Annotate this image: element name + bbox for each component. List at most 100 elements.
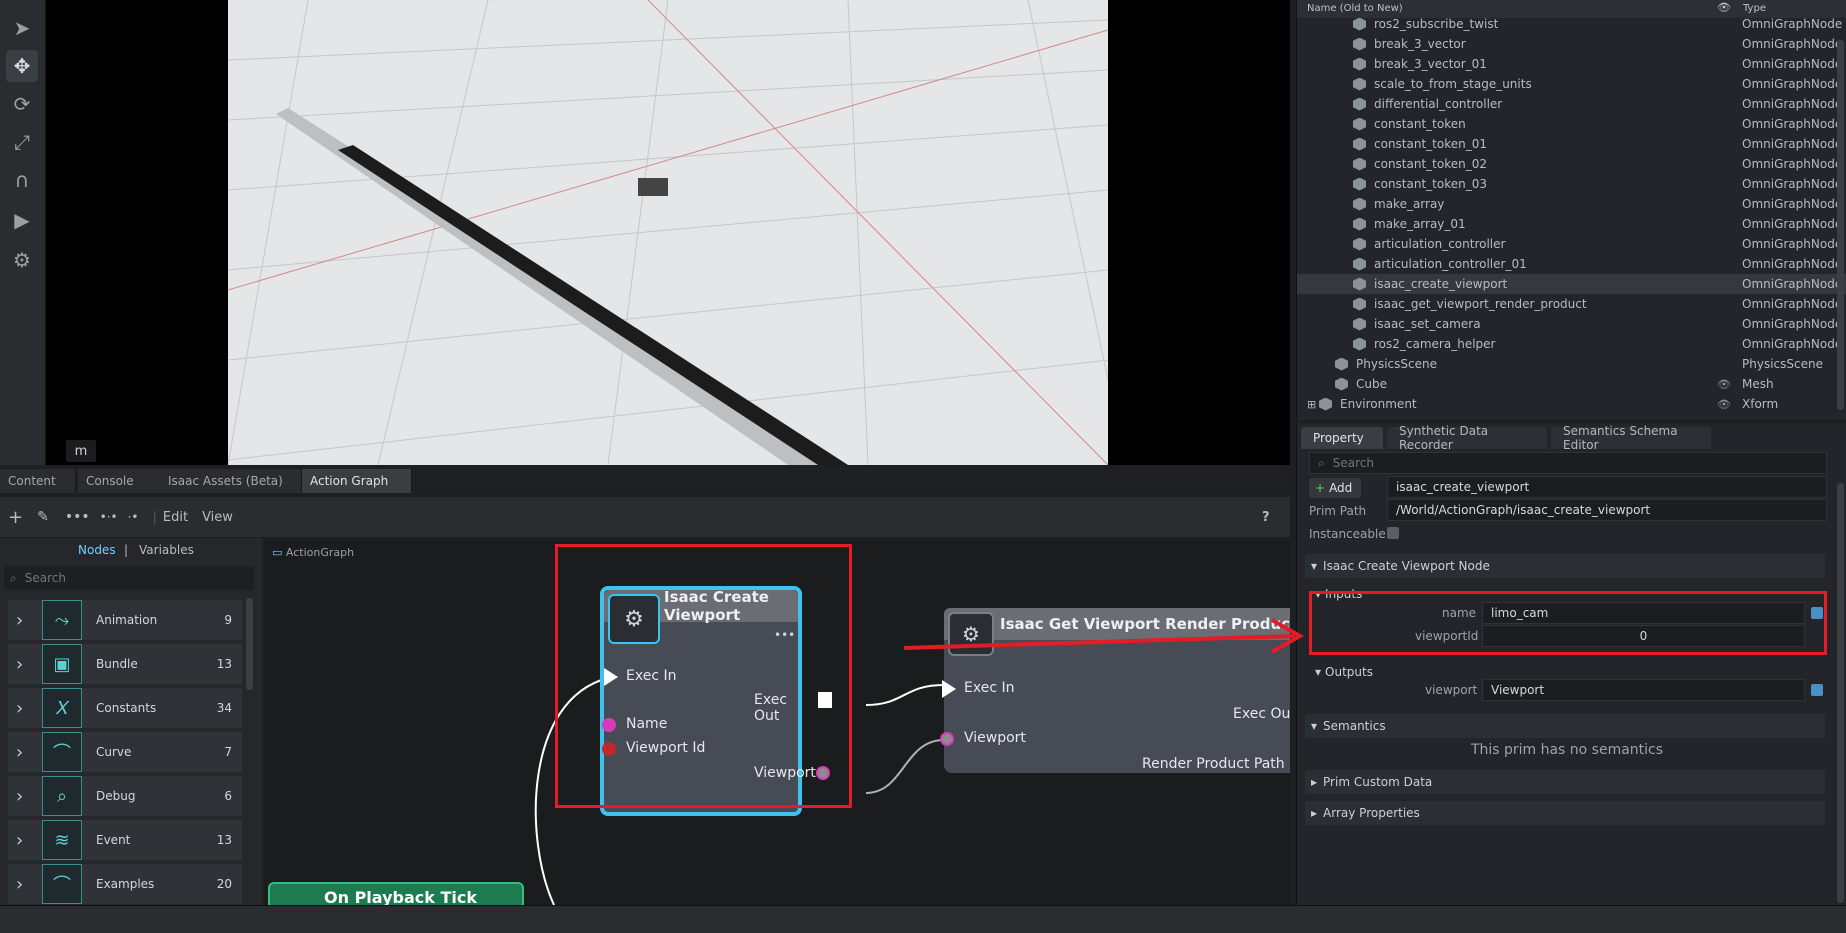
stage-row[interactable]: ros2_camera_helper OmniGraphNode xyxy=(1297,334,1846,354)
3d-viewport[interactable]: m xyxy=(46,0,1290,465)
stage-row[interactable]: scale_to_from_stage_units OmniGraphNode xyxy=(1297,74,1846,94)
library-category-animation[interactable]: › ⤳ Animation 9 xyxy=(8,600,242,640)
library-category-label: Curve xyxy=(96,745,132,759)
select-icon[interactable]: ➤ xyxy=(6,12,38,44)
tab-semantics-schema-editor[interactable]: Semantics Schema Editor xyxy=(1551,424,1711,452)
library-category-count: 34 xyxy=(216,701,232,715)
viewport-attr-field[interactable]: Viewport xyxy=(1482,679,1805,701)
tab-console[interactable]: Console xyxy=(78,469,166,493)
library-category-debug[interactable]: › ⌕ Debug 6 xyxy=(8,776,242,816)
stage-row[interactable]: make_array OmniGraphNode xyxy=(1297,194,1846,214)
tab-synthetic-data-recorder[interactable]: Synthetic Data Recorder xyxy=(1387,424,1547,452)
node2-exec-in-label: Exec In xyxy=(964,680,1015,696)
stage-row[interactable]: make_array_01 OmniGraphNode xyxy=(1297,214,1846,234)
property-search[interactable]: ⌕ Search xyxy=(1309,452,1827,474)
visibility-icon[interactable]: 👁 xyxy=(1717,378,1731,391)
graph-canvas[interactable]: ▭ ActionGraph Isaac Create Viewport ⚙ ••… xyxy=(264,540,1290,905)
tab-property[interactable]: Property xyxy=(1301,427,1383,449)
node-on-playback-tick[interactable]: On Playback Tick xyxy=(268,882,524,905)
tab-content[interactable]: Content xyxy=(0,469,76,493)
help-icon[interactable]: ? xyxy=(1262,510,1270,525)
library-scrollbar[interactable] xyxy=(246,598,253,690)
type-column-header[interactable]: Type xyxy=(1743,3,1766,14)
stage-row[interactable]: ros2_subscribe_twist OmniGraphNode xyxy=(1297,14,1846,34)
viewport-badge[interactable]: m xyxy=(66,440,96,462)
tab-action-graph[interactable]: Action Graph xyxy=(302,469,412,493)
instanceable-label: Instanceable xyxy=(1309,527,1386,541)
node2-exec-in-port[interactable] xyxy=(942,680,956,698)
library-category-label: Bundle xyxy=(96,657,138,671)
chevron-right-icon[interactable]: › xyxy=(16,874,23,895)
scale-icon[interactable]: ⤢ xyxy=(6,126,38,158)
node2-exec-out-label: Exec Ou xyxy=(1233,706,1290,722)
stage-row[interactable]: constant_token_02 OmniGraphNode xyxy=(1297,154,1846,174)
node-section-header[interactable]: ▾ Isaac Create Viewport Node xyxy=(1305,554,1825,578)
library-category-count: 13 xyxy=(216,833,232,847)
view-menu[interactable]: View xyxy=(202,510,233,525)
library-category-examples[interactable]: › ⌒ Examples 20 xyxy=(8,864,242,904)
curve-icon: ⌒ xyxy=(42,732,82,772)
stage-scrollbar[interactable] xyxy=(1837,40,1844,410)
add-icon[interactable]: + xyxy=(8,507,23,528)
prim-name-field[interactable]: isaac_create_viewport xyxy=(1387,476,1827,498)
chevron-right-icon[interactable]: › xyxy=(16,698,23,719)
stage-row-name: constant_token xyxy=(1374,117,1466,131)
library-category-event[interactable]: › ≋ Event 13 xyxy=(8,820,242,860)
stage-row[interactable]: isaac_create_viewport OmniGraphNode xyxy=(1297,274,1846,294)
chevron-right-icon[interactable]: › xyxy=(16,742,23,763)
move-icon[interactable]: ✥ xyxy=(6,50,38,82)
stage-row[interactable]: constant_token OmniGraphNode xyxy=(1297,114,1846,134)
visibility-icon[interactable]: 👁 xyxy=(1717,398,1731,411)
stage-row[interactable]: articulation_controller_01 OmniGraphNode xyxy=(1297,254,1846,274)
prim-icon xyxy=(1353,77,1366,91)
play-icon[interactable]: ▶ xyxy=(6,204,38,236)
more-icon[interactable]: ••• xyxy=(65,509,90,525)
custom-data-section-header[interactable]: ▸ Prim Custom Data xyxy=(1305,770,1825,794)
library-category-bundle[interactable]: › ▣ Bundle 13 xyxy=(8,644,242,684)
library-category-constants[interactable]: › 𝑋 Constants 34 xyxy=(8,688,242,728)
viewport-attr-indicator[interactable] xyxy=(1811,684,1823,696)
library-category-count: 20 xyxy=(216,877,232,891)
property-scrollbar[interactable] xyxy=(1837,483,1844,903)
add-button[interactable]: + Add xyxy=(1309,478,1361,498)
array-properties-section-header[interactable]: ▸ Array Properties xyxy=(1305,801,1825,825)
chevron-right-icon[interactable]: › xyxy=(16,610,23,631)
stage-row[interactable]: PhysicsScene PhysicsScene xyxy=(1297,354,1846,374)
stage-row[interactable]: isaac_get_viewport_render_product OmniGra… xyxy=(1297,294,1846,314)
stage-row-name: make_array_01 xyxy=(1374,217,1466,231)
stage-row[interactable]: constant_token_01 OmniGraphNode xyxy=(1297,134,1846,154)
edit-menu[interactable]: Edit xyxy=(163,510,188,525)
prim-path-field[interactable]: /World/ActionGraph/isaac_create_viewport xyxy=(1387,499,1827,521)
settings-icon[interactable]: ⚙ xyxy=(6,244,38,276)
stage-row-name: constant_token_03 xyxy=(1374,177,1487,191)
semantics-section-header[interactable]: ▾ Semantics xyxy=(1305,714,1825,738)
stage-row[interactable]: differential_controller OmniGraphNode xyxy=(1297,94,1846,114)
edit-icon[interactable]: ✎ xyxy=(37,509,49,525)
library-category-curve[interactable]: › ⌒ Curve 7 xyxy=(8,732,242,772)
stage-row[interactable]: ⊞ Environment 👁 Xform xyxy=(1297,394,1846,414)
node-library: Nodes | Variables ⌕ Search › ⤳ Animation 9 ›… xyxy=(0,538,262,905)
stage-row[interactable]: isaac_set_camera OmniGraphNode xyxy=(1297,314,1846,334)
stage-row[interactable]: constant_token_03 OmniGraphNode xyxy=(1297,174,1846,194)
tab-nodes[interactable]: Nodes xyxy=(78,543,116,557)
tab-isaac-assets[interactable]: Isaac Assets (Beta) xyxy=(160,469,302,493)
tab-variables[interactable]: Variables xyxy=(139,543,194,557)
layout-icon[interactable]: •·• xyxy=(100,510,118,524)
chevron-right-icon[interactable]: › xyxy=(16,654,23,675)
name-column-header[interactable]: Name (Old to New) xyxy=(1307,3,1403,14)
rotate-icon[interactable]: ⟳ xyxy=(6,88,38,120)
chevron-right-icon[interactable]: › xyxy=(16,786,23,807)
library-search[interactable]: ⌕ Search xyxy=(4,566,254,590)
stage-row[interactable]: break_3_vector_01 OmniGraphNode xyxy=(1297,54,1846,74)
stage-row[interactable]: break_3_vector OmniGraphNode xyxy=(1297,34,1846,54)
scene-view[interactable] xyxy=(228,0,1108,465)
snap-icon[interactable]: ∩ xyxy=(6,164,38,196)
chevron-right-icon[interactable]: › xyxy=(16,830,23,851)
eye-icon[interactable]: 👁 xyxy=(1717,1,1731,14)
instanceable-checkbox[interactable] xyxy=(1387,527,1399,539)
stage-row[interactable]: Cube 👁 Mesh xyxy=(1297,374,1846,394)
align-icon[interactable]: ·• xyxy=(128,510,139,524)
stage-row[interactable]: articulation_controller OmniGraphNode xyxy=(1297,234,1846,254)
node2-viewport-port[interactable] xyxy=(940,732,954,746)
expand-icon[interactable]: ⊞ xyxy=(1307,398,1316,411)
